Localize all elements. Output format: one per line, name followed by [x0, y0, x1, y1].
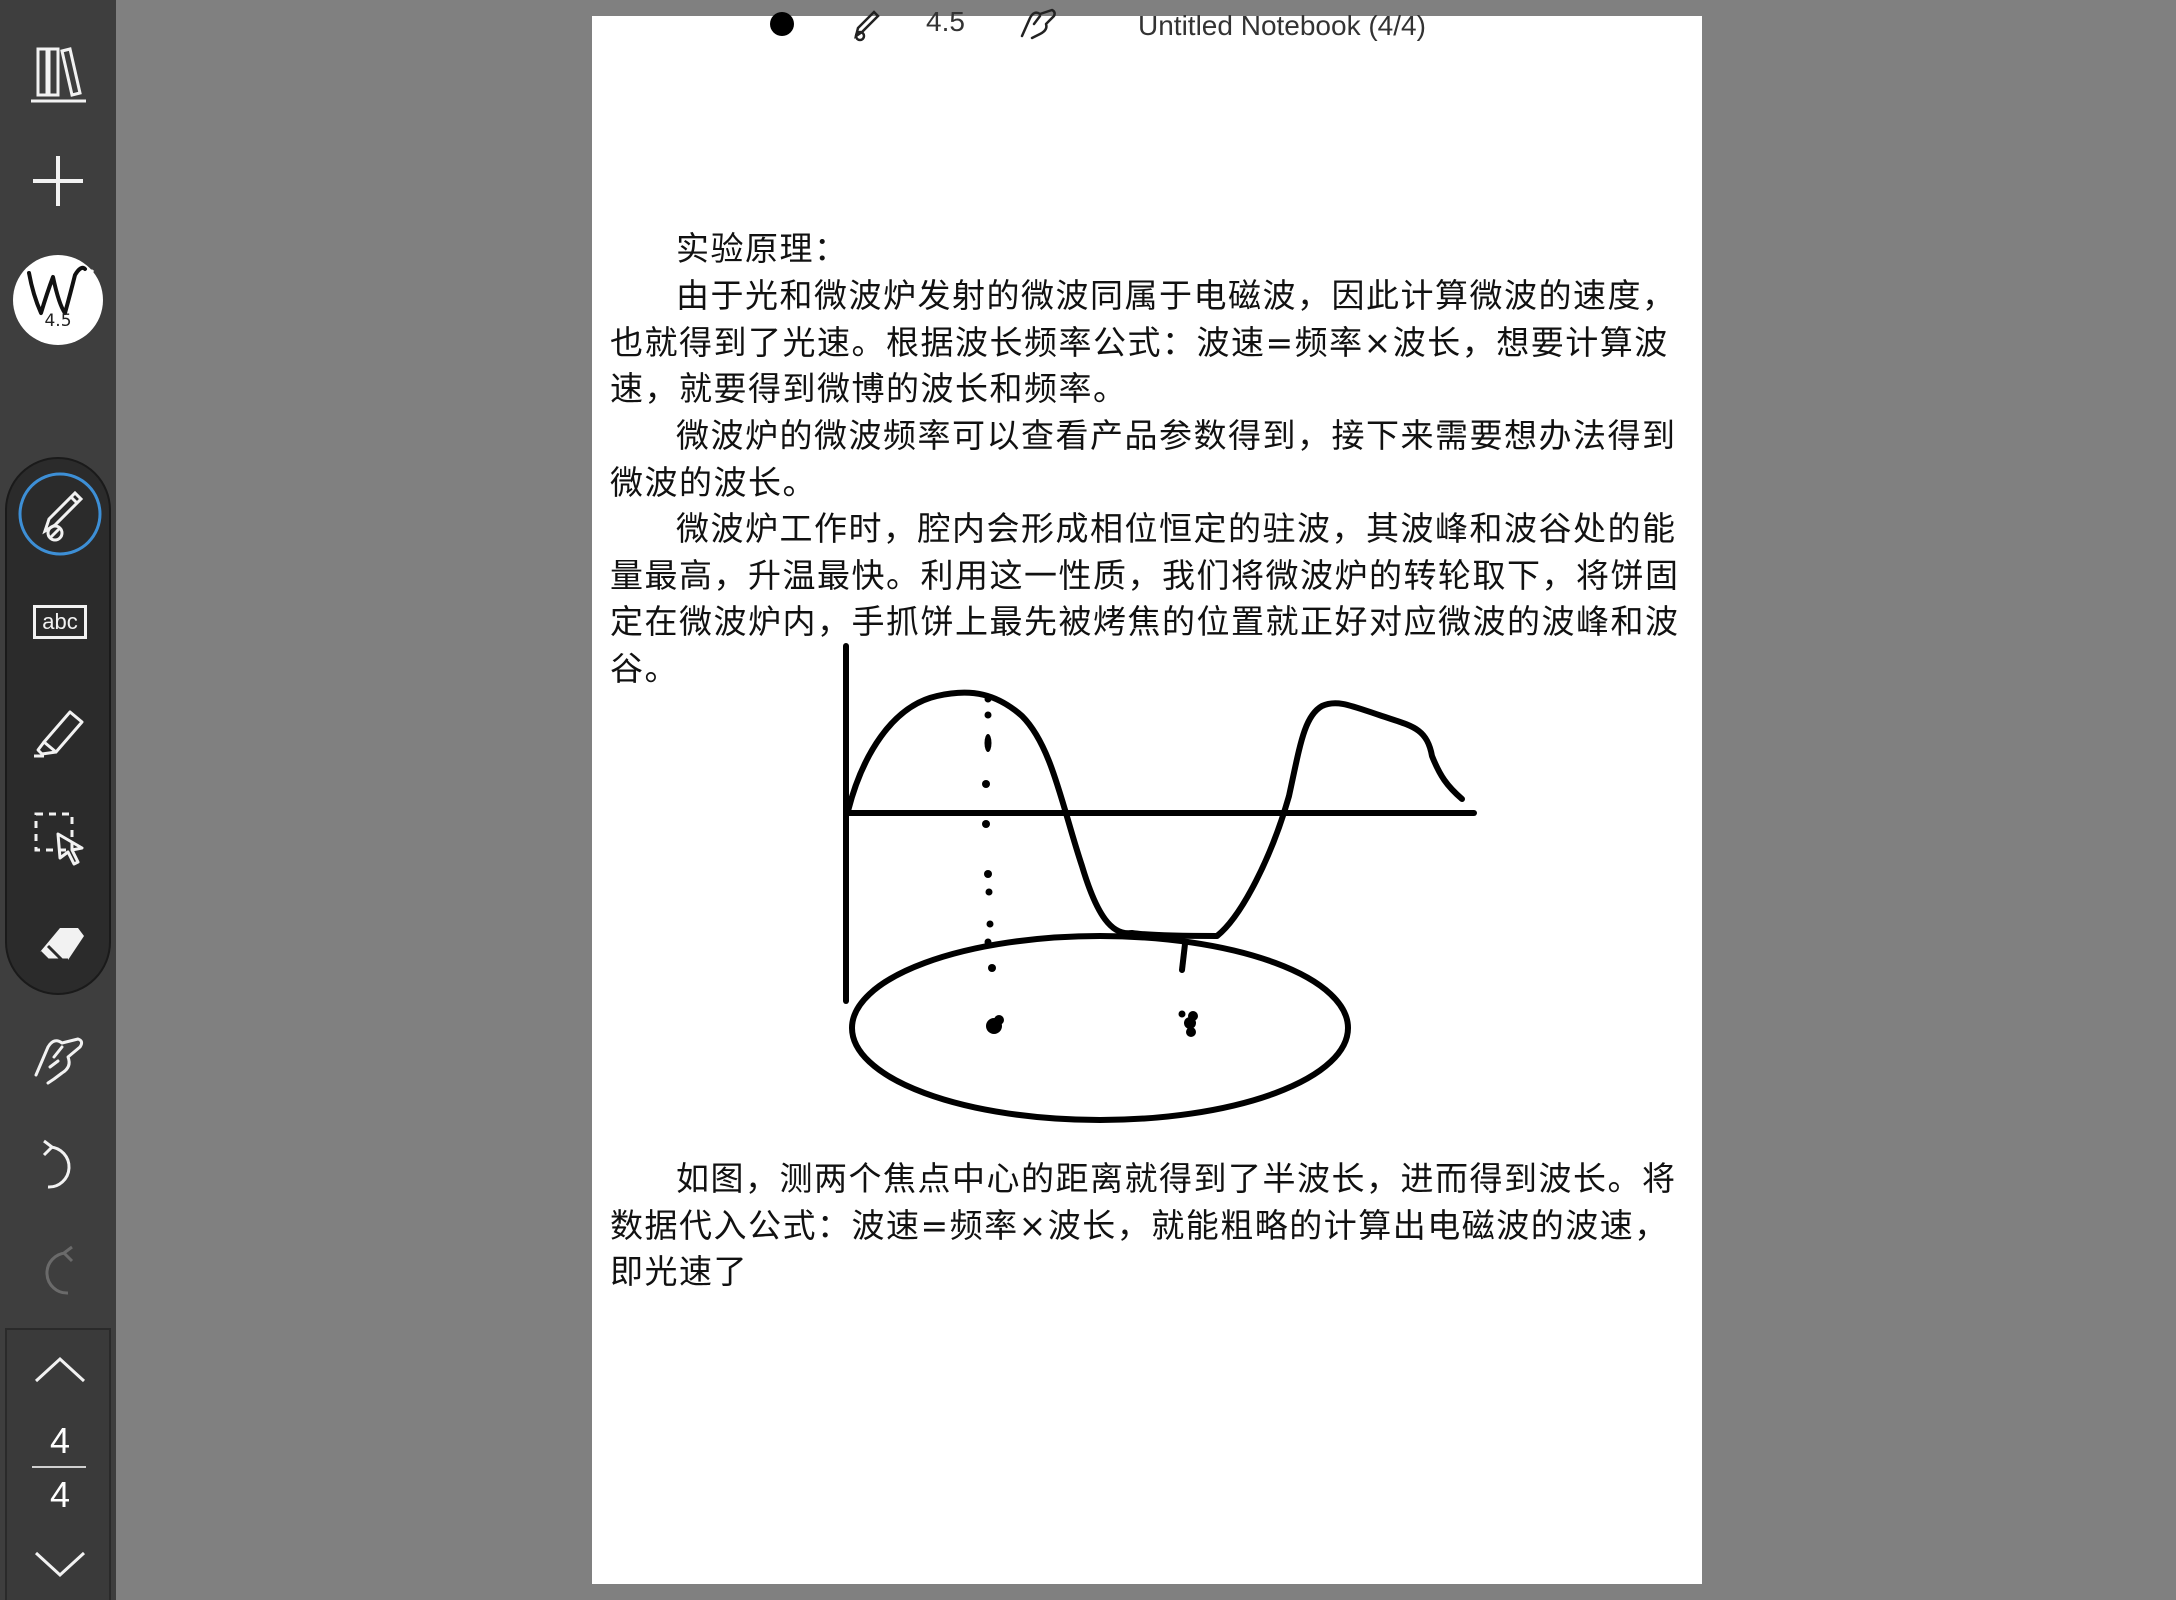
handwritten-sketch[interactable]	[592, 16, 1702, 1584]
pen-style-icon	[27, 265, 87, 315]
pen-style-button[interactable]: 4.5	[13, 255, 103, 345]
add-page-button[interactable]	[8, 136, 108, 226]
page-divider	[32, 1466, 86, 1468]
page-navigator: 4 4	[5, 1328, 111, 1600]
pen-size-label: 4.5	[44, 311, 72, 331]
highlighter-icon	[34, 710, 84, 758]
text-tool-label: abc	[42, 609, 78, 634]
eraser-button[interactable]	[10, 901, 110, 991]
app-window: 4.5 abc 4 4 实验原理： 由于光和微波炉发射的微波同属于电磁波，因此计…	[0, 0, 2176, 1600]
undo-button[interactable]	[8, 1122, 108, 1212]
library-icon	[31, 47, 86, 103]
sketch-burn-mark-right	[1179, 941, 1188, 973]
hand-tool-icon	[34, 1037, 84, 1085]
chevron-up-icon	[34, 1356, 86, 1383]
previous-page-button[interactable]	[10, 1334, 110, 1404]
highlighter-button[interactable]	[10, 685, 110, 775]
library-button[interactable]	[8, 28, 108, 118]
pen-tool-icon	[18, 472, 102, 556]
sketch-pancake-ellipse	[849, 933, 1351, 1123]
notebook-title[interactable]: Untitled Notebook (4/4)	[1138, 10, 1426, 42]
undo-icon	[42, 1139, 71, 1189]
next-page-button[interactable]	[10, 1530, 110, 1600]
pen-color-dot[interactable]	[770, 12, 794, 36]
hand-tool-button[interactable]	[8, 1012, 108, 1102]
hand-tool-indicator-icon[interactable]	[1016, 4, 1060, 42]
lasso-select-icon	[34, 812, 84, 866]
lasso-select-button[interactable]	[10, 793, 110, 883]
chevron-down-icon	[34, 1551, 86, 1578]
pen-tool-button[interactable]	[10, 469, 110, 559]
text-tool-button[interactable]: abc	[10, 577, 110, 667]
pen-size-indicator[interactable]: 4.5	[926, 6, 965, 38]
redo-button[interactable]	[8, 1228, 108, 1318]
text-tool-icon: abc	[33, 605, 87, 639]
eraser-icon	[38, 928, 84, 962]
add-icon	[33, 156, 83, 206]
redo-icon	[45, 1245, 74, 1295]
current-page-number: 4	[49, 1420, 71, 1461]
top-status-bar: 4.5 Untitled Notebook (4/4)	[592, 0, 1702, 50]
sketch-dotted-line	[982, 695, 1198, 1037]
notebook-page[interactable]: 实验原理： 由于光和微波炉发射的微波同属于电磁波，因此计算微波的速度，也就得到了…	[592, 16, 1702, 1584]
drawing-tool-group: abc	[5, 457, 111, 995]
pen-tool-indicator-icon[interactable]	[848, 6, 882, 42]
total-pages-number: 4	[49, 1474, 71, 1515]
left-toolbar: 4.5 abc 4 4	[0, 0, 116, 1600]
